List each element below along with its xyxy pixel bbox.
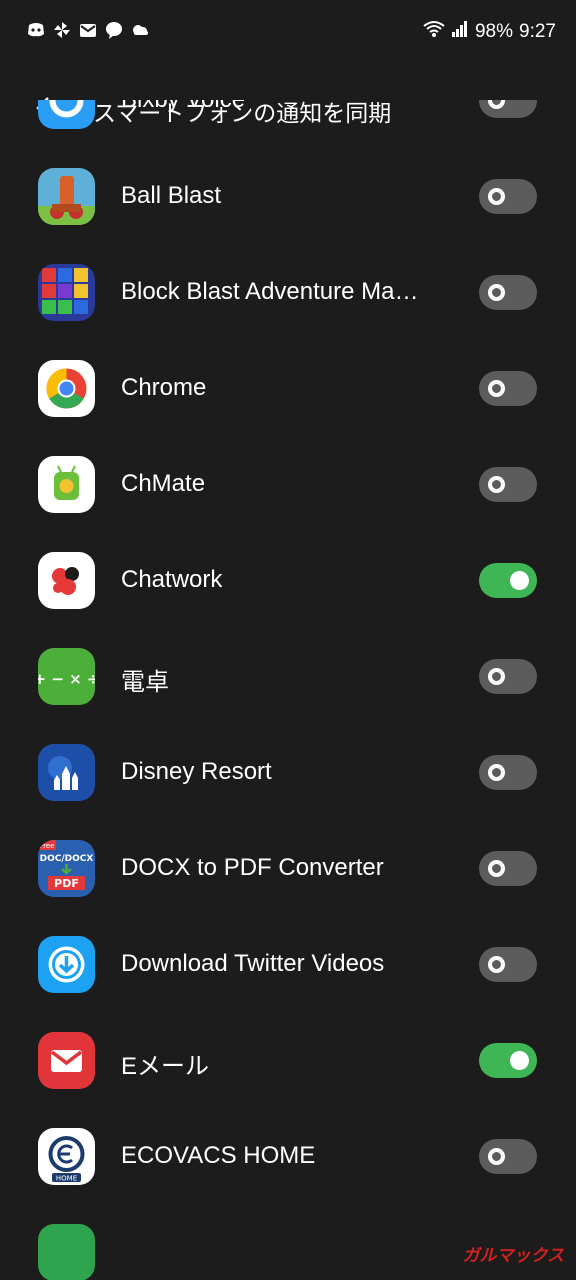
toggle-knob xyxy=(510,571,529,590)
toggle-knob xyxy=(488,860,505,877)
disney-resort-icon xyxy=(38,744,95,801)
app-row-ball-blast[interactable]: Ball Blast xyxy=(0,148,576,244)
chrome-icon xyxy=(38,360,95,417)
app-row-chrome[interactable]: Chrome xyxy=(0,340,576,436)
wifi-icon xyxy=(423,20,445,44)
pinwheel-icon xyxy=(52,20,72,40)
battery-level: 98% xyxy=(474,21,514,42)
toggle-switch[interactable] xyxy=(479,467,537,502)
app-label: DOCX to PDF Converter xyxy=(121,854,384,881)
app-label: Chatwork xyxy=(121,566,223,593)
docx-pdf-icon: Free DOC/DOCX PDF xyxy=(38,840,95,897)
app-row-docx-to-pdf[interactable]: Free DOC/DOCX PDF DOCX to PDF Converter xyxy=(0,820,576,916)
app-label: Download Twitter Videos xyxy=(121,950,385,977)
discord-icon xyxy=(26,20,46,40)
toggle-knob xyxy=(510,1051,529,1070)
download-icon xyxy=(38,936,95,993)
toggle-knob xyxy=(488,188,505,205)
clock: 9:27 xyxy=(519,21,556,42)
app-row-ecovacs-home[interactable]: HOME ECOVACS HOME xyxy=(0,1108,576,1204)
toggle-knob xyxy=(488,284,505,301)
app-label: Chrome xyxy=(121,374,207,401)
toggle-switch[interactable] xyxy=(479,275,537,310)
watermark: ガルマックス xyxy=(462,1246,565,1266)
toggle-switch[interactable] xyxy=(479,371,537,406)
app-row-chmate[interactable]: ChMate xyxy=(0,436,576,532)
toggle-knob xyxy=(488,956,505,973)
email-icon xyxy=(38,1032,95,1089)
app-label: Block Blast Adventure Ma… xyxy=(121,278,419,305)
app-label: Disney Resort xyxy=(121,758,272,785)
app-row-download-twitter-videos[interactable]: Download Twitter Videos xyxy=(0,916,576,1012)
app-notification-list: Bixby Voice Ball Blast Block Blast Adven… xyxy=(0,100,576,1280)
svg-text:DOC/DOCX: DOC/DOCX xyxy=(40,854,94,864)
svg-text:PDF: PDF xyxy=(54,877,79,890)
toggle-switch[interactable] xyxy=(479,563,537,598)
toggle-switch[interactable] xyxy=(479,1043,537,1078)
notification-icons xyxy=(26,20,150,40)
app-label: Ball Blast xyxy=(121,182,222,209)
app-row-calculator[interactable]: + − × ÷ 電卓 xyxy=(0,628,576,724)
toggle-switch[interactable] xyxy=(479,100,537,118)
svg-text:+ − × ÷: + − × ÷ xyxy=(38,670,95,688)
ball-blast-icon xyxy=(38,168,95,225)
calculator-icon: + − × ÷ xyxy=(38,648,95,705)
ecovacs-icon: HOME xyxy=(38,1128,95,1185)
app-row-block-blast[interactable]: Block Blast Adventure Ma… xyxy=(0,244,576,340)
toggle-knob xyxy=(488,476,505,493)
app-row-email[interactable]: Eメール xyxy=(0,1012,576,1108)
app-label: ChMate xyxy=(121,470,206,497)
chmate-icon xyxy=(38,456,95,513)
toggle-switch[interactable] xyxy=(479,1139,537,1174)
cloud-icon xyxy=(130,20,150,40)
toggle-knob xyxy=(488,764,505,781)
toggle-switch[interactable] xyxy=(479,851,537,886)
partial-app-icon xyxy=(38,1224,95,1280)
system-status: 98% 9:27 xyxy=(423,20,556,44)
svg-text:HOME: HOME xyxy=(56,1175,77,1183)
mail-icon xyxy=(78,20,98,40)
toggle-switch[interactable] xyxy=(479,755,537,790)
app-label: Bixby Voice xyxy=(121,100,245,114)
toggle-knob xyxy=(488,668,505,685)
status-bar: 98% 9:27 xyxy=(0,0,576,64)
bixby-icon xyxy=(38,100,95,129)
app-label: Eメール xyxy=(121,1053,210,1080)
app-row-bixby-voice[interactable]: Bixby Voice xyxy=(0,100,576,148)
app-label: 電卓 xyxy=(121,669,169,696)
chat-icon xyxy=(104,20,124,40)
toggle-switch[interactable] xyxy=(479,947,537,982)
svg-text:Free: Free xyxy=(40,842,55,850)
toggle-knob xyxy=(488,100,505,109)
app-row-chatwork[interactable]: Chatwork xyxy=(0,532,576,628)
app-row-disney-resort[interactable]: Disney Resort xyxy=(0,724,576,820)
toggle-knob xyxy=(488,1148,505,1165)
toggle-knob xyxy=(488,380,505,397)
toggle-switch[interactable] xyxy=(479,659,537,694)
toggle-switch[interactable] xyxy=(479,179,537,214)
app-label: ECOVACS HOME xyxy=(121,1142,316,1169)
chatwork-icon xyxy=(38,552,95,609)
block-blast-icon xyxy=(38,264,95,321)
signal-icon xyxy=(451,20,469,44)
